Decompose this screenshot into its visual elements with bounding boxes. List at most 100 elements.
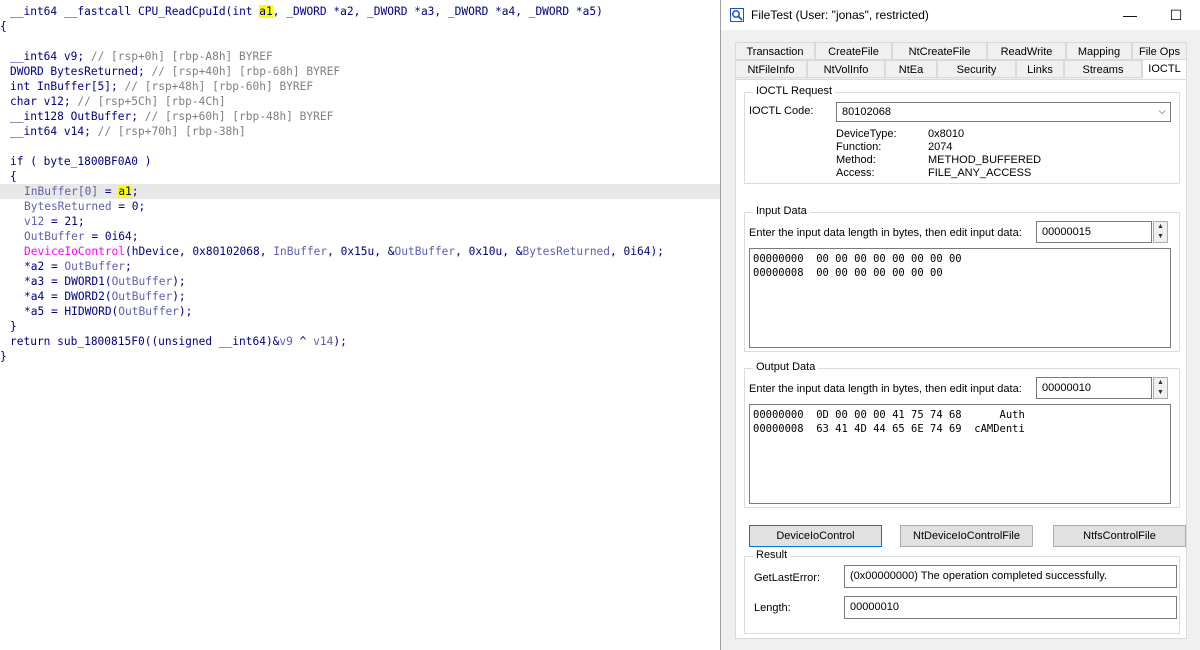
code-line-a4[interactable]: *a4 = DWORD2(OutBuffer);	[0, 289, 720, 304]
function-signature[interactable]: __int64 __fastcall CPU_ReadCpuId(int a1,…	[0, 4, 720, 19]
var-ref[interactable]: OutBuffer	[394, 245, 455, 258]
tab-ntfileinfo[interactable]: NtFileInfo	[735, 60, 807, 78]
spin-down-icon[interactable]: ▼	[1154, 232, 1167, 242]
statement-part: *a3 = DWORD1(	[24, 275, 112, 288]
statement-part: ;	[125, 260, 132, 273]
statement-part: );	[333, 335, 347, 348]
var-ref[interactable]: v12	[24, 215, 44, 228]
code-line-decl-4[interactable]: __int128 OutBuffer; // [rsp+60h] [rbp-48…	[0, 109, 720, 124]
code-line-return[interactable]: return sub_1800815F0((unsigned __int64)&…	[0, 334, 720, 349]
method-label: Method:	[836, 154, 876, 166]
input-hex-editor[interactable]: 00000000 00 00 00 00 00 00 00 00 0000000…	[749, 248, 1171, 348]
code-line-current[interactable]: InBuffer[0] = a1;	[0, 184, 720, 199]
input-length-spinner[interactable]: ▲ ▼	[1153, 221, 1168, 243]
spin-up-icon[interactable]: ▲	[1154, 378, 1167, 388]
var-ref[interactable]: OutBuffer	[112, 275, 173, 288]
function-label: Function:	[836, 141, 882, 153]
code-line-bytesreturned[interactable]: BytesReturned = 0;	[0, 199, 720, 214]
api-call-name[interactable]: DeviceIoControl	[24, 245, 125, 258]
code-line-outbuffer[interactable]: OutBuffer = 0i64;	[0, 229, 720, 244]
device-io-control-button[interactable]: DeviceIoControl	[749, 525, 882, 547]
tab-transaction[interactable]: Transaction	[735, 42, 815, 60]
function-value: 2074	[928, 141, 953, 153]
var-ref[interactable]: v14	[313, 335, 333, 348]
statement-part: return sub_1800815F0((unsigned __int64)&	[10, 335, 280, 348]
call-args: (hDevice, 0x80102068,	[125, 245, 274, 258]
app-icon	[730, 8, 744, 22]
call-args: , 0x10u, &	[455, 245, 523, 258]
tab-createfile[interactable]: CreateFile	[815, 42, 892, 60]
var-ref[interactable]: OutBuffer	[64, 260, 125, 273]
decl-text: DWORD BytesReturned;	[10, 65, 145, 78]
tab-streams[interactable]: Streams	[1064, 60, 1142, 78]
statement-rest: = 21;	[44, 215, 85, 228]
last-error-field[interactable]: (0x00000000) The operation completed suc…	[844, 565, 1177, 588]
var-ref[interactable]: BytesReturned	[522, 245, 610, 258]
return-type: __int64	[10, 5, 58, 18]
maximize-button[interactable]: ☐	[1153, 0, 1199, 30]
tab-links[interactable]: Links	[1016, 60, 1064, 78]
tab-ioctl[interactable]: IOCTL	[1142, 59, 1187, 79]
code-line-a3[interactable]: *a3 = DWORD1(OutBuffer);	[0, 274, 720, 289]
filetest-window[interactable]: FileTest (User: "jonas", restricted) — ☐…	[720, 0, 1200, 650]
decompiler-view[interactable]: __int64 __fastcall CPU_ReadCpuId(int a1,…	[0, 0, 720, 650]
tab-ntea[interactable]: NtEa	[885, 60, 937, 78]
last-error-label: GetLastError:	[754, 572, 821, 584]
statement-part: ^	[292, 335, 314, 348]
decl-text: __int64 v14;	[10, 125, 91, 138]
method-value: METHOD_BUFFERED	[928, 154, 1042, 166]
arg-a1-highlight[interactable]: a1	[118, 185, 132, 198]
tab-file-ops[interactable]: File Ops	[1132, 42, 1187, 60]
var-ref[interactable]: InBuffer	[273, 245, 327, 258]
nt-device-io-control-file-button[interactable]: NtDeviceIoControlFile	[900, 525, 1033, 547]
title-bar[interactable]: FileTest (User: "jonas", restricted) — ☐	[721, 0, 1200, 30]
result-length-field[interactable]: 00000010	[844, 596, 1177, 619]
decl-comment: // [rsp+48h] [rbp-60h] BYREF	[124, 80, 314, 93]
arg-a1-highlight[interactable]: a1	[259, 5, 273, 18]
device-type-label: DeviceType:	[836, 128, 897, 140]
var-ref[interactable]: v9	[279, 335, 292, 348]
statement-part: );	[178, 305, 193, 318]
chevron-down-icon[interactable]: ⌵	[1158, 103, 1166, 121]
var-ref[interactable]: OutBuffer	[118, 305, 179, 318]
ntfs-control-file-button[interactable]: NtfsControlFile	[1053, 525, 1186, 547]
var-ref[interactable]: BytesReturned	[24, 200, 112, 213]
spin-up-icon[interactable]: ▲	[1154, 222, 1167, 232]
code-line-decl-5[interactable]: __int64 v14; // [rsp+70h] [rbp-38h]	[0, 124, 720, 139]
statement-part: *a4 = DWORD2(	[24, 290, 112, 303]
tab-security[interactable]: Security	[937, 60, 1016, 78]
tab-ntcreatefile[interactable]: NtCreateFile	[892, 42, 987, 60]
var-ref[interactable]: OutBuffer	[24, 230, 85, 243]
group-title: Input Data	[753, 205, 810, 217]
output-length-field[interactable]: 00000010	[1036, 377, 1152, 399]
output-length-spinner[interactable]: ▲ ▼	[1153, 377, 1168, 399]
statement-end: ;	[131, 185, 139, 198]
decl-comment: // [rsp+0h] [rbp-A8h] BYREF	[90, 50, 273, 63]
code-line-v12[interactable]: v12 = 21;	[0, 214, 720, 229]
code-line-deviceiocontrol[interactable]: DeviceIoControl(hDevice, 0x80102068, InB…	[0, 244, 720, 259]
code-line-if-close: }	[10, 320, 17, 333]
hex-line: 00000000 0D 00 00 00 41 75 74 68 Auth	[753, 409, 1025, 421]
tab-ntvolinfo[interactable]: NtVolInfo	[807, 60, 885, 78]
input-length-label: Enter the input data length in bytes, th…	[749, 227, 1022, 239]
arg1-type: int	[232, 5, 260, 18]
code-line-decl-0[interactable]: __int64 v9; // [rsp+0h] [rbp-A8h] BYREF	[0, 49, 720, 64]
output-hex-editor[interactable]: 00000000 0D 00 00 00 41 75 74 68 Auth 00…	[749, 404, 1171, 504]
tab-readwrite[interactable]: ReadWrite	[987, 42, 1066, 60]
ioctl-code-combobox[interactable]: 80102068 ⌵	[836, 102, 1171, 122]
inbuffer-ref[interactable]: InBuffer[0]	[24, 185, 98, 198]
code-line-if[interactable]: if ( byte_1800BF0A0 )	[0, 154, 720, 169]
code-line-brace-close: }	[0, 350, 7, 363]
var-ref[interactable]: OutBuffer	[112, 290, 173, 303]
input-length-field[interactable]: 00000015	[1036, 221, 1152, 243]
spin-down-icon[interactable]: ▼	[1154, 388, 1167, 398]
code-line-a5[interactable]: *a5 = HIDWORD(OutBuffer);	[0, 304, 720, 319]
code-line-decl-3[interactable]: char v12; // [rsp+5Ch] [rbp-4Ch]	[0, 94, 720, 109]
tab-mapping[interactable]: Mapping	[1066, 42, 1132, 60]
code-line-a2[interactable]: *a2 = OutBuffer;	[0, 259, 720, 274]
code-line-decl-1[interactable]: DWORD BytesReturned; // [rsp+40h] [rbp-6…	[0, 64, 720, 79]
function-name[interactable]: CPU_ReadCpuId	[138, 5, 226, 18]
code-line-decl-2[interactable]: int InBuffer[5]; // [rsp+48h] [rbp-60h] …	[0, 79, 720, 94]
minimize-button[interactable]: —	[1107, 0, 1153, 30]
statement-part: *a5 = HIDWORD(	[24, 305, 119, 318]
